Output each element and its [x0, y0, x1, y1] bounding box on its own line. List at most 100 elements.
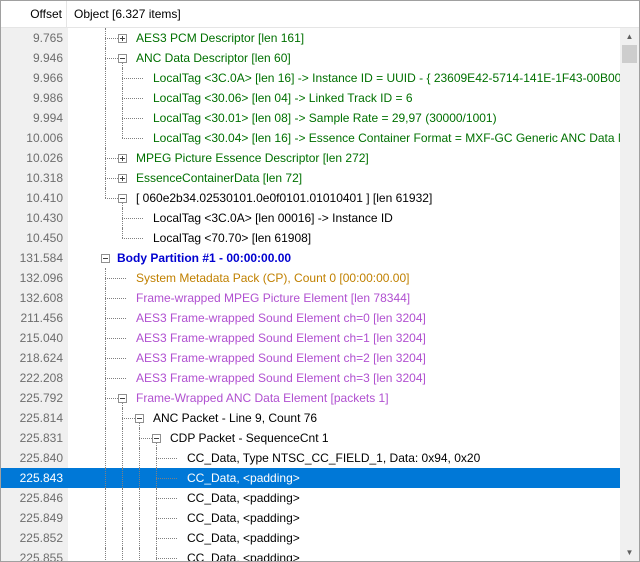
offset-cell: 225.855 — [19, 551, 63, 561]
tree-connector-line — [122, 118, 143, 119]
tree-connector-line — [105, 378, 126, 379]
collapse-minus-icon[interactable] — [135, 414, 144, 423]
tree-connector-line — [105, 488, 106, 508]
tree-row[interactable]: 211.456 AES3 Frame-wrapped Sound Element … — [1, 308, 620, 328]
tree-connector-line — [105, 548, 106, 561]
scroll-down-arrow-icon[interactable]: ▼ — [620, 544, 639, 561]
tree-node-label: LocalTag <30.06> [len 04] -> Linked Trac… — [153, 91, 413, 105]
tree-connector-line — [122, 138, 143, 139]
tree-connector-line — [105, 408, 106, 428]
tree-node-label: CC_Data, <padding> — [187, 531, 300, 545]
object-column-header[interactable]: Object [6.327 items] — [67, 1, 639, 27]
tree-node-label: CC_Data, <padding> — [187, 471, 300, 485]
offset-cell: 225.843 — [19, 471, 63, 485]
tree-node-label: LocalTag <3C.0A> [len 00016] -> Instance… — [153, 211, 393, 225]
offset-cell: 222.208 — [19, 371, 63, 385]
tree-row[interactable]: 132.096 System Metadata Pack (CP), Count … — [1, 268, 620, 288]
tree-row[interactable]: 225.843 CC_Data, <padding> — [1, 468, 620, 488]
tree-connector-line — [156, 498, 177, 499]
collapse-minus-icon[interactable] — [152, 434, 161, 443]
tree-connector-line — [105, 528, 106, 548]
tree-row[interactable]: 9.994 LocalTag <30.01> [len 08] -> Sample… — [1, 108, 620, 128]
offset-column-header[interactable]: Offset — [1, 1, 67, 27]
offset-cell: 9.986 — [32, 91, 63, 105]
tree-row[interactable]: 215.040 AES3 Frame-wrapped Sound Element … — [1, 328, 620, 348]
tree-connector-line — [105, 508, 106, 528]
tree-connector-line — [139, 548, 140, 561]
tree-row[interactable]: 225.849 CC_Data, <padding> — [1, 508, 620, 528]
tree-row[interactable]: 131.584 Body Partition #1 - 00:00:00.00 — [1, 248, 620, 268]
tree-node-label: Frame-wrapped MPEG Picture Element [len … — [136, 291, 411, 305]
tree-row[interactable]: 10.006 LocalTag <30.04> [len 16] -> Essen… — [1, 128, 620, 148]
offset-cell: 225.852 — [19, 531, 63, 545]
offset-cell: 225.814 — [19, 411, 63, 425]
collapse-minus-icon[interactable] — [118, 54, 127, 63]
tree-connector-line — [122, 98, 143, 99]
tree-node-label: CDP Packet - SequenceCnt 1 — [170, 431, 329, 445]
tree-connector-line — [122, 548, 123, 561]
tree-connector-line — [139, 468, 140, 488]
offset-cell: 225.792 — [19, 391, 63, 405]
tree-node-label: AES3 Frame-wrapped Sound Element ch=2 [l… — [136, 351, 426, 365]
tree-row[interactable]: 9.765 AES3 PCM Descriptor [len 161] — [1, 28, 620, 48]
expand-plus-icon[interactable] — [118, 154, 127, 163]
tree-connector-line — [122, 428, 123, 448]
offset-cell: 211.456 — [20, 311, 64, 325]
tree-row[interactable]: 132.608 Frame-wrapped MPEG Picture Elemen… — [1, 288, 620, 308]
tree-row[interactable]: 225.840 CC_Data, Type NTSC_CC_FIELD_1, Da… — [1, 448, 620, 468]
tree-connector-line — [122, 488, 123, 508]
tree-row[interactable]: 10.318 EssenceContainerData [len 72] — [1, 168, 620, 188]
tree-connector-line — [105, 358, 126, 359]
offset-cell: 132.096 — [19, 271, 63, 285]
offset-cell: 225.840 — [19, 451, 63, 465]
tree-connector-line — [122, 468, 123, 488]
tree-row[interactable]: 218.624 AES3 Frame-wrapped Sound Element … — [1, 348, 620, 368]
tree-node-label: LocalTag <30.01> [len 08] -> Sample Rate… — [153, 111, 497, 125]
tree-row[interactable]: 225.855 CC_Data, <padding> — [1, 548, 620, 561]
tree-row[interactable]: 10.430 LocalTag <3C.0A> [len 00016] -> In… — [1, 208, 620, 228]
expand-plus-icon[interactable] — [118, 174, 127, 183]
tree-node-label: AES3 PCM Descriptor [len 161] — [136, 31, 305, 45]
tree-connector-line — [156, 538, 177, 539]
tree-connector-line — [139, 508, 140, 528]
offset-cell: 9.994 — [32, 111, 63, 125]
offset-cell: 225.831 — [19, 431, 63, 445]
scrollbar-thumb[interactable] — [622, 45, 637, 63]
tree-row[interactable]: 10.026 MPEG Picture Essence Descriptor [l… — [1, 148, 620, 168]
tree-connector-line — [105, 318, 126, 319]
offset-cell: 10.430 — [26, 211, 63, 225]
scroll-up-arrow-icon[interactable]: ▲ — [620, 28, 639, 45]
tree-node-label: AES3 Frame-wrapped Sound Element ch=0 [l… — [136, 311, 426, 325]
collapse-minus-icon[interactable] — [101, 254, 110, 263]
tree-row[interactable]: 225.852 CC_Data, <padding> — [1, 528, 620, 548]
tree-connector-line — [122, 528, 123, 548]
expand-plus-icon[interactable] — [118, 34, 127, 43]
tree-row[interactable]: 10.410 [ 060e2b34.02530101.0e0f0101.01010… — [1, 188, 620, 208]
tree-node-label: EssenceContainerData [len 72] — [136, 171, 303, 185]
tree-row[interactable]: 225.831 CDP Packet - SequenceCnt 1 — [1, 428, 620, 448]
tree-node-label: ANC Data Descriptor [len 60] — [136, 51, 291, 65]
tree-connector-line — [122, 128, 123, 138]
tree-row[interactable]: 222.208 AES3 Frame-wrapped Sound Element … — [1, 368, 620, 388]
tree-row[interactable]: 225.792 Frame-Wrapped ANC Data Element [p… — [1, 388, 620, 408]
tree-connector-line — [105, 188, 106, 198]
collapse-minus-icon[interactable] — [118, 194, 127, 203]
tree-connector-line — [105, 278, 126, 279]
tree-node-label: LocalTag <70.70> [len 61908] — [153, 231, 312, 245]
tree-row[interactable]: 225.846 CC_Data, <padding> — [1, 488, 620, 508]
tree-node-label: AES3 Frame-wrapped Sound Element ch=3 [l… — [136, 371, 426, 385]
offset-cell: 131.584 — [19, 251, 63, 265]
tree-row[interactable]: 225.814 ANC Packet - Line 9, Count 76 — [1, 408, 620, 428]
tree-node-label: CC_Data, <padding> — [187, 491, 300, 505]
tree-node-label: Frame-Wrapped ANC Data Element [packets … — [136, 391, 389, 405]
vertical-scrollbar[interactable]: ▲ ▼ — [620, 28, 639, 561]
tree-node-label: CC_Data, Type NTSC_CC_FIELD_1, Data: 0x9… — [187, 451, 481, 465]
tree-connector-line — [122, 448, 123, 468]
tree-row[interactable]: 9.946 ANC Data Descriptor [len 60] — [1, 48, 620, 68]
offset-cell: 225.849 — [19, 511, 63, 525]
tree-row[interactable]: 10.450 LocalTag <70.70> [len 61908] — [1, 228, 620, 248]
tree-row[interactable]: 9.966 LocalTag <3C.0A> [len 16] -> Instan… — [1, 68, 620, 88]
collapse-minus-icon[interactable] — [118, 394, 127, 403]
tree-row[interactable]: 9.986 LocalTag <30.06> [len 04] -> Linked… — [1, 88, 620, 108]
tree-connector-line — [122, 78, 143, 79]
